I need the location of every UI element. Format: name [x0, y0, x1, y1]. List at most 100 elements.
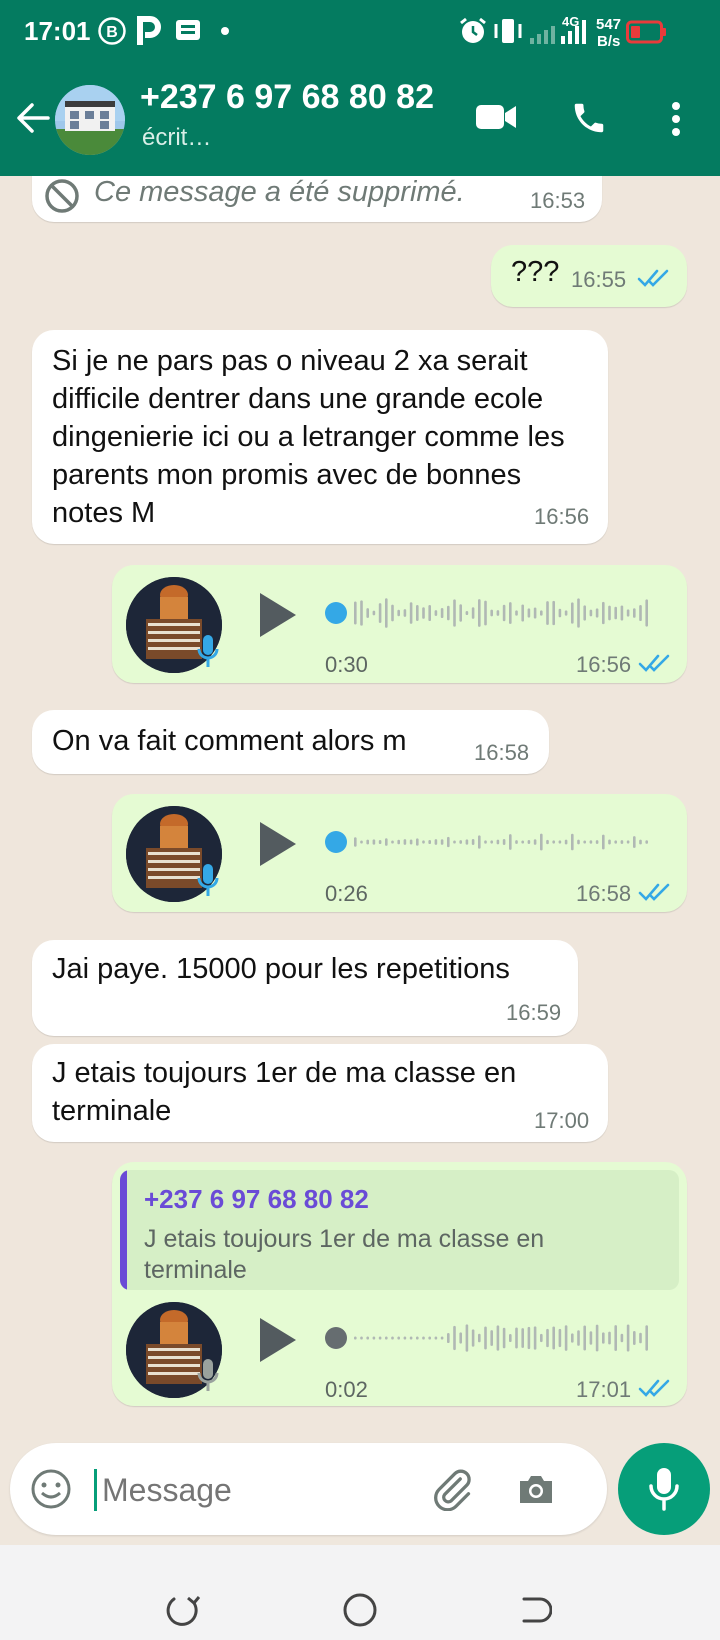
waveform-bar [453, 599, 456, 627]
waveform-bar [490, 609, 493, 617]
contact-avatar[interactable] [55, 85, 125, 155]
waveform-bar [428, 1336, 431, 1340]
waveform-bar [620, 1333, 624, 1343]
double-tick-icon [638, 883, 670, 901]
alarm-icon [460, 17, 486, 43]
waveform-bar [447, 605, 450, 621]
message-time: 16:56 [576, 652, 632, 677]
home-icon[interactable] [342, 1592, 378, 1628]
waveform-bar [403, 609, 407, 617]
voice-message-bubble[interactable]: 0:26 16:58 [112, 794, 687, 912]
waveform-bar [595, 608, 599, 618]
waveform-bar [546, 601, 549, 625]
contact-name[interactable]: +237 6 97 68 80 82 [140, 78, 434, 117]
waveform-bar [608, 839, 611, 845]
more-vert-icon[interactable] [666, 100, 686, 138]
waveform-bar [391, 604, 394, 622]
waveform-bar [558, 608, 562, 618]
status-bar: 17:01 B 4G 547 B/s [0, 0, 720, 66]
waveform-bar [521, 840, 524, 844]
incoming-message-bubble[interactable]: J etais toujours 1er de ma classe en ter… [32, 1044, 608, 1142]
waveform-bar [639, 839, 642, 845]
waveform-bar [645, 840, 648, 844]
recent-apps-icon[interactable] [166, 1593, 200, 1627]
mic-icon [649, 1468, 679, 1511]
waveform-bar [564, 610, 568, 616]
back-nav-icon[interactable] [518, 1593, 552, 1627]
waveform-bar [633, 608, 636, 618]
waveform-bar [527, 1326, 531, 1350]
waveform-bar [366, 839, 369, 845]
voice-waveform[interactable] [322, 822, 652, 862]
message-time: 16:55 [571, 267, 627, 292]
voice-waveform[interactable] [322, 1318, 652, 1358]
typing-status: écrit… [142, 124, 212, 151]
waveform-bar [372, 1336, 376, 1340]
waveform-bar [614, 840, 617, 844]
net-speed-value: 547 [596, 16, 622, 33]
deleted-message-bubble[interactable]: Ce message a été supprimé. 16:53 [32, 176, 602, 222]
waveform-bar [465, 610, 469, 616]
waveform-bar [614, 606, 617, 620]
waveform-bar [521, 1328, 524, 1348]
waveform-bar [428, 604, 431, 622]
waveform-bar [465, 1324, 469, 1352]
voice-reply-bubble[interactable]: +237 6 97 68 80 82 J etais toujours 1er … [112, 1162, 687, 1406]
waveform-bar [558, 840, 562, 844]
incoming-message-bubble[interactable]: Si je ne pars pas o niveau 2 xa serait d… [32, 330, 608, 544]
quoted-message[interactable]: +237 6 97 68 80 82 J etais toujours 1er … [120, 1170, 679, 1290]
waveform-bar [397, 609, 400, 617]
waveform-bar [633, 836, 636, 848]
waveform-bar [502, 839, 506, 845]
double-tick-icon [638, 654, 670, 672]
waveform-bar [571, 833, 574, 851]
waveform-bar [633, 1331, 636, 1345]
play-icon[interactable] [256, 590, 300, 640]
waveform-bar [440, 607, 444, 619]
quote-accent-bar [120, 1170, 127, 1290]
waveform-bar [416, 1336, 419, 1340]
play-icon[interactable] [256, 819, 300, 869]
message-time: 16:59 [506, 1000, 562, 1025]
mic-icon [197, 1359, 219, 1391]
double-tick-icon [637, 269, 669, 287]
incoming-message-bubble[interactable]: On va fait comment alors m 16:58 [32, 710, 549, 774]
phone-icon[interactable] [570, 99, 608, 137]
waveform-bar [571, 602, 574, 624]
incoming-message-bubble[interactable]: Jai paye. 15000 pour les repetitions 16:… [32, 940, 578, 1036]
outgoing-message-bubble[interactable]: ??? 16:55 [491, 245, 687, 307]
waveform-bar [564, 839, 568, 845]
back-arrow-icon[interactable] [14, 99, 52, 137]
waveform-bar [409, 1336, 413, 1340]
message-composer[interactable] [10, 1443, 607, 1535]
waveform-bar [583, 840, 586, 844]
message-input[interactable] [100, 1465, 404, 1515]
waveform-bar [391, 840, 394, 844]
waveform-bar [589, 609, 593, 617]
waveform-bar [484, 840, 487, 844]
waveform-bar [459, 840, 462, 844]
voice-record-button[interactable] [618, 1443, 710, 1535]
waveform-bar [626, 840, 630, 844]
voice-waveform[interactable] [322, 593, 652, 633]
waveform-bar [484, 600, 487, 626]
message-text: Jai paye. 15000 pour les repetitions [52, 953, 510, 985]
blocked-icon [45, 179, 79, 213]
deleted-message-text: Ce message a été supprimé. [94, 176, 465, 208]
waveform-bar [378, 603, 382, 623]
waveform-bar [515, 1327, 518, 1349]
waveform-bar [471, 607, 475, 619]
waveform-bar [490, 840, 493, 844]
video-call-icon[interactable] [474, 100, 518, 134]
status-time: 17:01 [24, 16, 91, 46]
emoji-icon[interactable] [30, 1468, 72, 1510]
camera-icon[interactable] [514, 1467, 558, 1511]
waveform-bar [626, 609, 630, 617]
waveform-bar [552, 840, 555, 844]
attach-icon[interactable] [430, 1467, 474, 1511]
waveform-bar [372, 610, 376, 616]
waveform-bar [385, 1336, 388, 1340]
chat-area[interactable]: Ce message a été supprimé. 16:53 ??? 16:… [0, 176, 720, 1440]
play-icon[interactable] [256, 1315, 300, 1365]
voice-message-bubble[interactable]: 0:30 16:56 [112, 565, 687, 683]
